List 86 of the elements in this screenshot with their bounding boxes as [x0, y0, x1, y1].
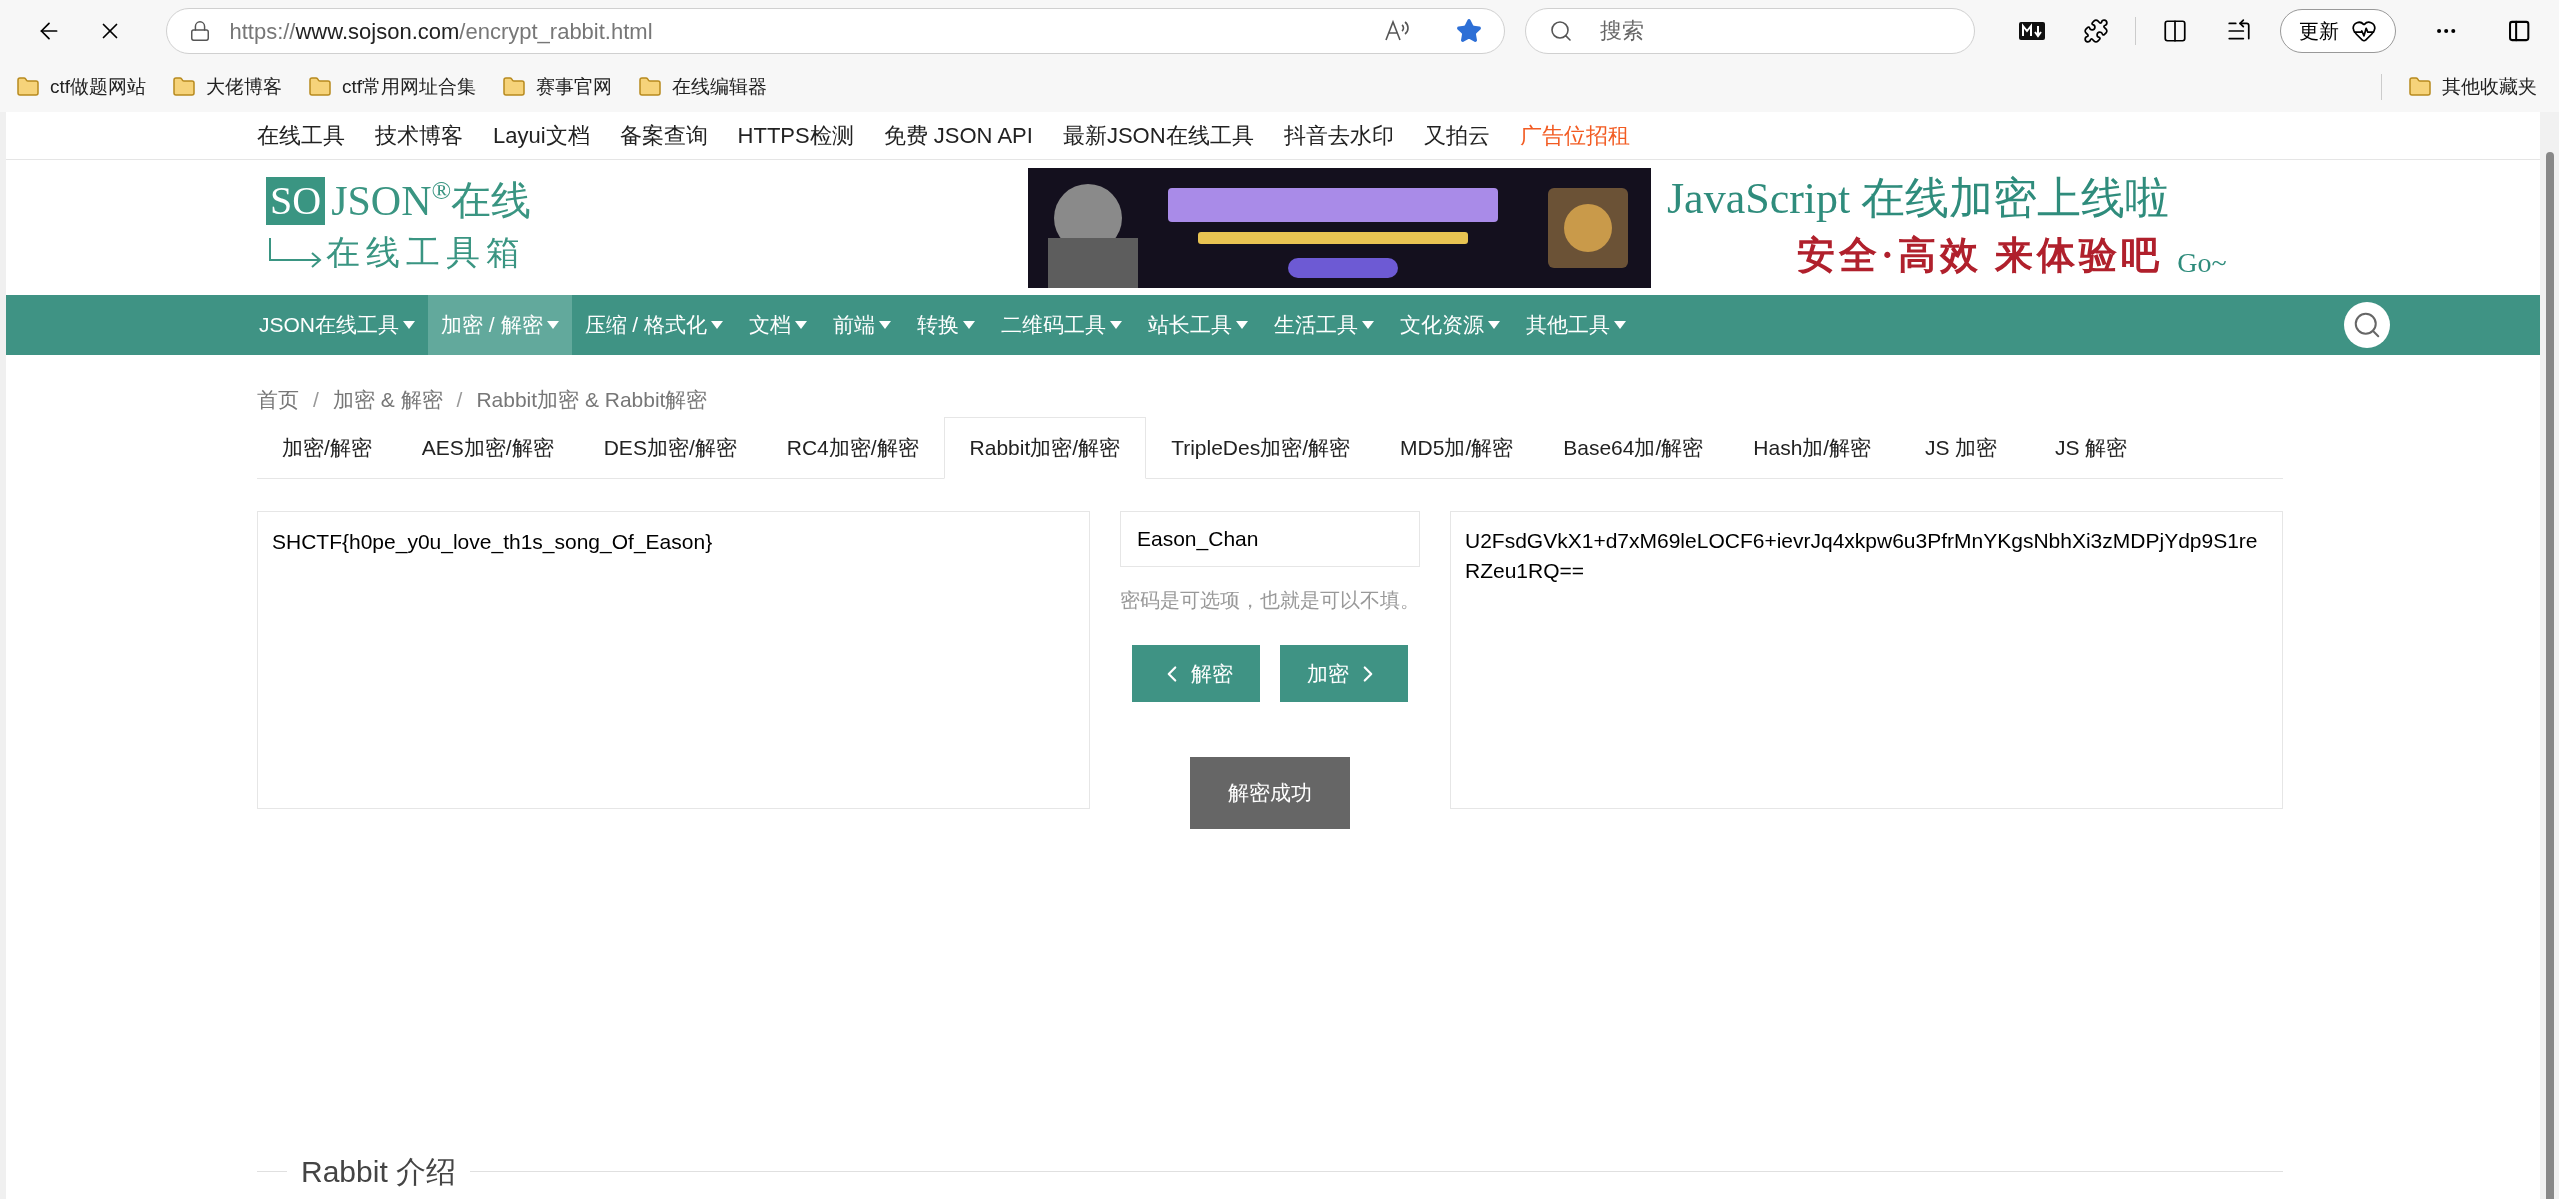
- slogan-text: Go~: [2177, 246, 2227, 280]
- nav-menu-item[interactable]: 前端: [820, 295, 905, 355]
- search-icon: [1549, 19, 1574, 43]
- tab[interactable]: Base64加/解密: [1538, 417, 1729, 478]
- tab[interactable]: Rabbit加密/解密: [943, 417, 1147, 479]
- update-button[interactable]: 更新: [2280, 9, 2397, 53]
- tab[interactable]: 加密/解密: [257, 417, 397, 478]
- caret-icon: [403, 321, 415, 329]
- top-link[interactable]: 在线工具: [257, 119, 345, 152]
- folder-icon: [2408, 75, 2432, 99]
- bookmark-item[interactable]: ctf常用网址合集: [308, 72, 477, 102]
- search-field[interactable]: 搜索: [1525, 8, 1976, 54]
- lock-icon: [189, 20, 212, 42]
- scrollbar[interactable]: [2540, 112, 2559, 1199]
- sidebar-icon[interactable]: [2506, 18, 2531, 44]
- tab[interactable]: Hash加/解密: [1728, 417, 1897, 478]
- top-link[interactable]: 技术博客: [375, 119, 463, 152]
- caret-icon: [1236, 321, 1249, 329]
- bookmark-item[interactable]: 大佬博客: [172, 72, 283, 102]
- top-link[interactable]: HTTPS检测: [737, 119, 854, 152]
- nav-menu-item[interactable]: 二维码工具: [988, 295, 1136, 355]
- slogan-headline: JavaScript 在线加密上线啦: [1667, 173, 2171, 225]
- folder-icon: [172, 75, 197, 99]
- search-icon: [2352, 310, 2382, 340]
- tab[interactable]: JS 加密: [1896, 417, 2027, 478]
- nav-menu-item[interactable]: 文档: [736, 295, 821, 355]
- top-link[interactable]: 免费 JSON API: [883, 119, 1033, 152]
- password-field[interactable]: Eason_Chan: [1120, 511, 1420, 567]
- password-hint: 密码是可选项，也就是可以不填。: [1120, 588, 1420, 613]
- favorite-button[interactable]: [1456, 18, 1483, 44]
- ciphertext-field[interactable]: U2FsdGVkX1+d7xM69leLOCF6+ievrJq4xkpw6u3PfrMnYKgsNbhXi3zMDPjYdp9S1reRZeu1RQ==: [1450, 511, 2283, 809]
- heart-pulse-icon: [2351, 18, 2378, 44]
- tab[interactable]: MD5加/解密: [1375, 417, 1539, 478]
- url-text: https://www.sojson.com/encrypt_rabbit.html: [229, 17, 653, 46]
- folder-icon: [638, 75, 663, 99]
- tab[interactable]: AES加密/解密: [396, 417, 579, 478]
- caret-icon: [795, 321, 808, 329]
- breadcrumb-separator: /: [456, 386, 463, 413]
- encrypt-button[interactable]: 加密: [1280, 645, 1408, 702]
- caret-icon: [711, 321, 724, 329]
- top-link[interactable]: 最新JSON在线工具: [1062, 119, 1254, 152]
- nav-menu-item[interactable]: 生活工具: [1261, 295, 1388, 355]
- tab[interactable]: RC4加密/解密: [761, 417, 944, 478]
- tab[interactable]: DES加密/解密: [578, 417, 762, 478]
- bookmark-item[interactable]: ctf做题网站: [16, 72, 147, 102]
- search-button[interactable]: [2344, 302, 2390, 348]
- breadcrumb-link[interactable]: Rabbit加密 & Rabbit解密: [476, 383, 708, 415]
- bookmark-item[interactable]: 其他收藏夹: [2408, 72, 2537, 102]
- nav-menu-item[interactable]: 站长工具: [1135, 295, 1262, 355]
- tab[interactable]: JS 解密: [2026, 417, 2157, 478]
- top-link[interactable]: 备案查询: [619, 119, 708, 152]
- breadcrumb-link[interactable]: 首页: [257, 383, 299, 415]
- caret-icon: [1488, 321, 1501, 329]
- folder-icon: [16, 75, 40, 99]
- breadcrumb-separator: /: [313, 386, 319, 413]
- split-screen-icon[interactable]: [2162, 18, 2189, 44]
- section-heading: Rabbit 介绍: [300, 1154, 458, 1190]
- top-link[interactable]: 抖音去水印: [1283, 119, 1394, 152]
- status-button[interactable]: 解密成功: [1190, 757, 1350, 829]
- nav-menu-item[interactable]: 转换: [904, 295, 989, 355]
- caret-icon: [879, 321, 892, 329]
- tab[interactable]: TripleDes加密/解密: [1146, 417, 1376, 478]
- top-link[interactable]: Layui文档: [493, 119, 590, 152]
- nav-menu-item[interactable]: JSON在线工具: [246, 295, 428, 355]
- caret-icon: [963, 321, 976, 329]
- site-logo[interactable]: SO JSON®在线 在线工具箱: [266, 171, 586, 284]
- nav-menu-item[interactable]: 压缩 / 格式化: [571, 295, 737, 355]
- slogan-text: 安全·高效 来体验吧: [1797, 233, 2164, 278]
- decrypt-button[interactable]: 解密: [1132, 645, 1260, 702]
- caret-icon: [1614, 321, 1627, 329]
- plaintext-field[interactable]: SHCTF{h0pe_y0u_love_th1s_song_Of_Eason}: [257, 511, 1090, 809]
- bookmark-item[interactable]: 在线编辑器: [638, 72, 768, 102]
- caret-icon: [1110, 321, 1123, 329]
- markdown-icon[interactable]: [2019, 22, 2046, 40]
- nav-menu-item[interactable]: 文化资源: [1387, 295, 1514, 355]
- address-bar[interactable]: https://www.sojson.com/encrypt_rabbit.html: [166, 8, 1506, 54]
- folder-icon: [502, 75, 527, 99]
- extensions-icon[interactable]: [2083, 18, 2110, 44]
- bookmark-item[interactable]: 赛事官网: [502, 72, 613, 102]
- top-link[interactable]: 又拍云: [1423, 119, 1490, 152]
- caret-icon: [1362, 321, 1375, 329]
- folder-icon: [308, 75, 333, 99]
- breadcrumb-link[interactable]: 加密 & 解密: [332, 383, 443, 415]
- nav-menu-item[interactable]: 其他工具: [1513, 295, 1640, 355]
- read-aloud-icon: [1384, 19, 1411, 43]
- caret-icon: [546, 321, 559, 329]
